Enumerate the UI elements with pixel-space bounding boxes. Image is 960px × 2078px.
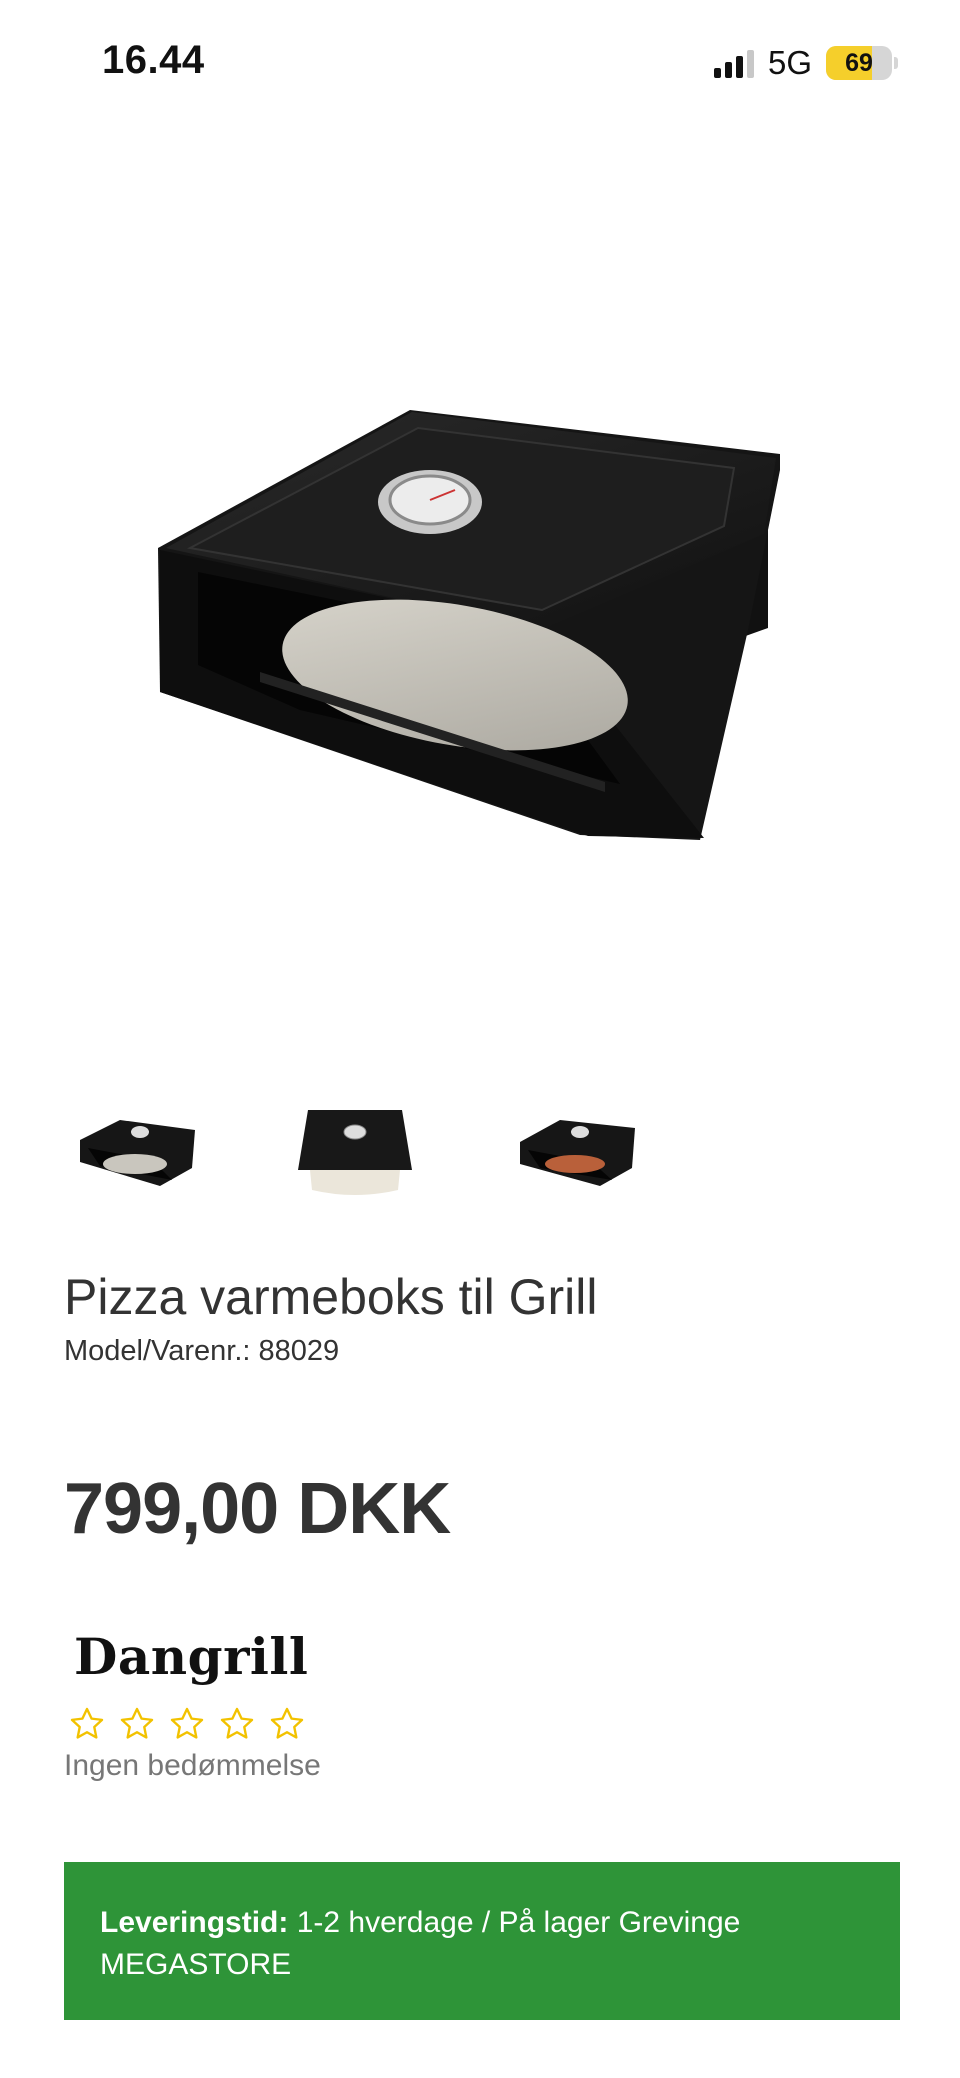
signal-icon (713, 48, 754, 78)
network-label: 5G (767, 44, 812, 81)
delivery-info-box: Leveringstid: 1-2 hverdage / På lager Gr… (64, 1862, 900, 2020)
status-indicators: 5G 69 (713, 44, 898, 82)
star-outline-icon (170, 1707, 204, 1739)
status-bar: 16.44 5G 69 (0, 0, 960, 130)
star-outline-icon (120, 1707, 154, 1739)
battery-icon: 69 (826, 46, 892, 80)
battery-percent: 69 (845, 48, 873, 77)
thumbnail-1[interactable] (60, 1090, 210, 1220)
product-price: 799,00 DKK (64, 1469, 451, 1549)
product-model-number: Model/Varenr.: 88029 (64, 1335, 340, 1367)
star-outline-icon (270, 1707, 304, 1739)
star-outline-icon (70, 1707, 104, 1739)
delivery-label: Leveringstid: (100, 1906, 289, 1939)
rating-stars[interactable] (68, 1705, 306, 1743)
thumbnail-3[interactable] (500, 1090, 650, 1220)
brand-logo[interactable]: Dangrill (74, 1627, 308, 1686)
rating-text: Ingen bedømmelse (64, 1749, 321, 1782)
thumbnail-2[interactable] (280, 1090, 430, 1220)
product-title: Pizza varmeboks til Grill (64, 1269, 598, 1325)
product-main-image[interactable] (100, 330, 860, 890)
star-outline-icon (220, 1707, 254, 1739)
status-time: 16.44 (102, 38, 205, 82)
thumbnail-gallery (60, 1090, 700, 1220)
